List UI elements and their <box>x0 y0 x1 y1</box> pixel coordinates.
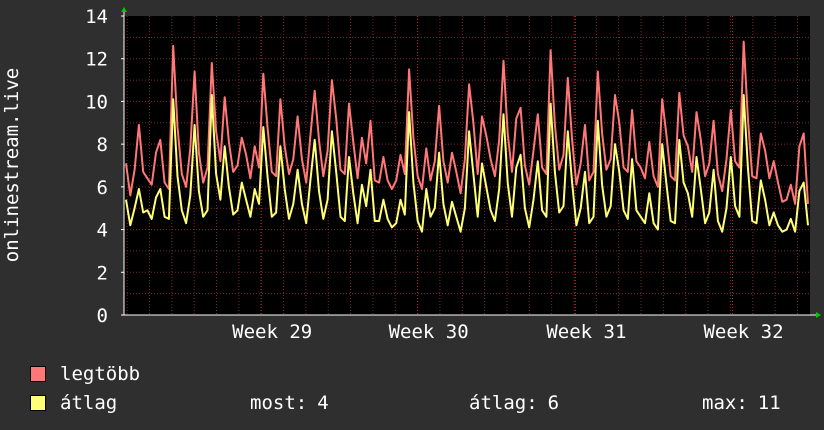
stat-max-value: 11 <box>757 392 781 414</box>
stat-current-label: most: <box>250 392 308 414</box>
y-axis-ticks: 0 2 4 6 8 10 12 14 <box>85 6 124 327</box>
stat-max: max: 11 <box>702 392 781 414</box>
y-tick-label: 0 <box>97 305 108 327</box>
y-tick-label: 6 <box>97 177 108 199</box>
y-axis-arrow-icon <box>121 7 127 12</box>
stat-average-value: 6 <box>547 392 560 414</box>
x-axis-ticks: Week 29 Week 30 Week 31 Week 32 <box>232 321 783 343</box>
stat-current-value: 4 <box>317 392 329 414</box>
legend-label-avg: átlag <box>60 392 118 414</box>
y-tick-label: 14 <box>85 6 108 28</box>
x-tick-label: Week 29 <box>232 321 312 343</box>
legend-item-avg: átlag <box>30 392 117 414</box>
stat-max-label: max: <box>702 392 748 414</box>
y-tick-label: 12 <box>85 49 108 71</box>
y-tick-label: 10 <box>85 91 108 113</box>
x-tick-label: Week 31 <box>546 321 626 343</box>
x-axis-arrow-icon <box>816 312 821 318</box>
legend-swatch-max <box>30 366 46 382</box>
y-tick-label: 2 <box>97 262 108 284</box>
y-axis-label: onlinestream.live <box>1 68 23 262</box>
x-tick-label: Week 32 <box>703 321 783 343</box>
y-tick-label: 8 <box>97 134 108 156</box>
legend-item-max: legtöbb <box>30 363 140 385</box>
y-tick-label: 4 <box>97 220 108 242</box>
stat-current: most: 4 <box>250 392 329 414</box>
legend-swatch-avg <box>30 395 46 411</box>
x-tick-label: Week 30 <box>389 321 469 343</box>
stat-average-label: átlag: <box>469 392 538 414</box>
legend-label-max: legtöbb <box>60 363 141 385</box>
stat-average: átlag: 6 <box>469 392 559 414</box>
